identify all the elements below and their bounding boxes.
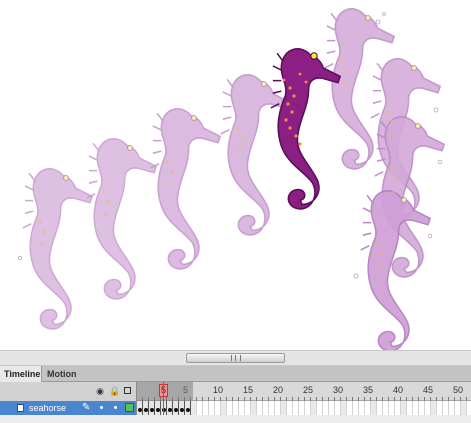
layer-header: ◉ 🔒 [0,382,137,401]
tab-motion-editor[interactable]: Motion Editor [43,366,103,395]
frame-number: 45 [423,385,434,395]
frame-number: 30 [333,385,344,395]
scrollbar-thumb[interactable] [186,353,285,363]
eye-icon[interactable]: ◉ [95,386,105,396]
frame-number: 35 [363,385,374,395]
seahorse-ghost-2 [86,138,157,300]
timeline-header: ◉ 🔒 510152025303540455055 5 [0,382,471,401]
frame-cell[interactable] [467,401,471,415]
tab-timeline[interactable]: Timeline [0,366,42,382]
seahorse-onion-skin [17,8,445,350]
stage-canvas[interactable] [0,0,471,350]
pencil-icon: ✎ [82,402,91,413]
seahorse-ghost-4 [220,74,291,236]
seahorse-ghost-3 [150,108,221,270]
outline-icon[interactable] [124,387,131,394]
scrollbar-grip-icon [231,355,241,361]
layer-icon [17,404,24,412]
timeline-panel: Timeline Motion Editor ◉ 🔒 5101520253035… [0,366,471,423]
layer-name-cell[interactable]: seahorse ✎ [0,401,137,415]
seahorse-active-eye [310,52,318,60]
frame-number: 25 [303,385,314,395]
layer-frames[interactable] [137,401,471,415]
layer-row-seahorse[interactable]: seahorse ✎ [0,401,471,415]
frame-number: 50 [453,385,464,395]
layer-outline-color-swatch[interactable] [125,403,134,412]
lock-dot-icon[interactable] [114,406,117,409]
seahorse-active [270,48,341,210]
frame-number: 20 [273,385,284,395]
frame-number: 10 [213,385,224,395]
seahorse-ghost-1 [22,168,93,330]
timeline-tabbar: Timeline Motion Editor [0,366,471,395]
stage-horizontal-scrollbar[interactable] [0,350,471,366]
lock-icon[interactable]: 🔒 [109,386,120,396]
frame-number: 40 [393,385,404,395]
layer-name[interactable]: seahorse [29,402,66,414]
frame-number: 15 [243,385,254,395]
timeline-footer [0,415,471,423]
visibility-dot-icon[interactable] [100,406,103,409]
